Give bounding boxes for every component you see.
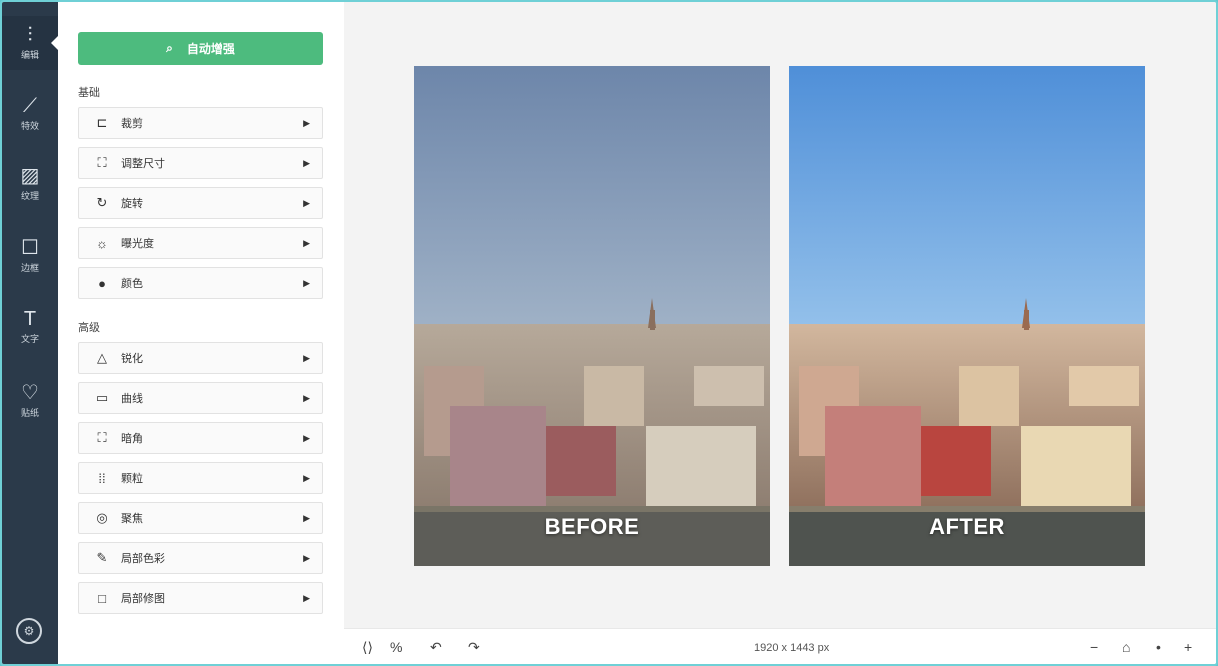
chevron-right-icon: ▶: [303, 277, 310, 288]
rail-item-label: 贴纸: [20, 408, 39, 418]
chevron-right-icon: ▶: [303, 592, 310, 603]
chevron-right-icon: ▶: [303, 392, 310, 403]
auto-enhance-label: 自动增强: [186, 42, 235, 56]
tool-grain[interactable]: ⁞⁞ 颗粒 ▶: [78, 462, 323, 494]
magnifier-icon: ⌕: [166, 41, 173, 55]
crop-icon: ⊏: [96, 115, 108, 130]
rail-item-label: 特效: [20, 121, 39, 131]
zoom-out-icon[interactable]: −: [1090, 639, 1098, 655]
tool-panel: ⌕ 自动增强 基础 ⊏ 裁剪 ▶ ⛶ 调整尺寸 ▶ ↻ 旋转 ▶ ☼ 曝光度 ▶…: [58, 2, 344, 664]
selective-color-icon: ✎: [96, 550, 108, 565]
percent-icon[interactable]: %: [390, 639, 402, 655]
grain-icon: ⁞⁞: [98, 470, 106, 486]
tool-label: 曲线: [121, 393, 143, 405]
tool-clone[interactable]: □ 局部修图 ▶: [78, 582, 323, 614]
after-label: AFTER: [929, 514, 1005, 539]
tool-label: 旋转: [121, 198, 143, 210]
left-rail: ⫶ 编辑 ⟋ 特效 ▨ 纹理 ☐ 边框 T 文字 ♡ 贴纸 ⚙: [2, 2, 58, 664]
sharpen-icon: △: [97, 350, 107, 365]
tool-rotate[interactable]: ↻ 旋转 ▶: [78, 187, 323, 219]
sliders-icon: ⫶: [27, 24, 33, 46]
chevron-right-icon: ▶: [303, 197, 310, 208]
color-icon: ●: [98, 275, 106, 291]
texture-icon: ▨: [20, 165, 40, 187]
tool-focus[interactable]: ◎ 聚焦 ▶: [78, 502, 323, 534]
exposure-icon: ☼: [96, 235, 108, 251]
settings-icon[interactable]: ⚙: [16, 618, 42, 644]
rail-item-effects[interactable]: ⟋ 特效: [2, 87, 58, 141]
image-canvas: BEFORE AFTER: [344, 2, 1216, 628]
section-title-basic: 基础: [78, 87, 100, 99]
tool-resize[interactable]: ⛶ 调整尺寸 ▶: [78, 147, 323, 179]
tool-label: 暗角: [121, 433, 143, 445]
curves-icon: ▭: [95, 390, 109, 405]
rail-item-edit[interactable]: ⫶ 编辑: [2, 16, 58, 70]
tool-label: 局部色彩: [121, 553, 165, 565]
tool-vignette[interactable]: ⛶ 暗角 ▶: [78, 422, 323, 454]
tool-label: 局部修图: [121, 593, 165, 605]
rail-item-text[interactable]: T 文字: [2, 300, 58, 354]
before-photo: BEFORE: [414, 66, 770, 566]
after-photo: AFTER: [789, 66, 1145, 566]
zoom-menu-icon[interactable]: •: [1156, 639, 1161, 655]
tool-sharpen[interactable]: △ 锐化 ▶: [78, 342, 323, 374]
rail-item-label: 文字: [20, 334, 39, 344]
bottom-toolbar: ⟨⟩ % ↶ ↷ 1920 x 1443 px − ⌂ • +: [344, 628, 1216, 664]
tool-label: 曝光度: [121, 238, 154, 250]
tool-curves[interactable]: ▭ 曲线 ▶: [78, 382, 323, 414]
image-size-readout: 1920 x 1443 px: [754, 642, 830, 654]
redo-icon[interactable]: ↷: [468, 639, 480, 656]
tool-label: 调整尺寸: [121, 158, 165, 170]
chevron-right-icon: ▶: [303, 117, 310, 128]
auto-enhance-button[interactable]: ⌕ 自动增强: [78, 32, 323, 65]
chevron-right-icon: ▶: [303, 352, 310, 363]
undo-icon[interactable]: ↶: [430, 639, 442, 656]
focus-icon: ◎: [96, 510, 108, 525]
text-icon: T: [23, 308, 37, 330]
tool-exposure[interactable]: ☼ 曝光度 ▶: [78, 227, 323, 259]
after-image: [789, 66, 1145, 566]
rail-item-label: 纹理: [20, 191, 39, 201]
resize-icon: ⛶: [97, 155, 107, 170]
rail-item-label: 边框: [20, 263, 39, 273]
tool-label: 锐化: [121, 353, 143, 365]
app-window: ⫶ 编辑 ⟋ 特效 ▨ 纹理 ☐ 边框 T 文字 ♡ 贴纸 ⚙ ⌕ 自动增强 基…: [0, 0, 1218, 666]
before-image: [414, 66, 770, 566]
tool-label: 裁剪: [121, 118, 143, 130]
chevron-right-icon: ▶: [303, 432, 310, 443]
chevron-right-icon: ▶: [303, 157, 310, 168]
fit-screen-icon[interactable]: ⌂: [1122, 639, 1130, 655]
tool-crop[interactable]: ⊏ 裁剪 ▶: [78, 107, 323, 139]
rail-item-stickers[interactable]: ♡ 贴纸: [2, 374, 58, 428]
rail-item-label: 编辑: [20, 50, 39, 60]
rail-item-frame[interactable]: ☐ 边框: [2, 229, 58, 283]
section-title-advanced: 高级: [78, 322, 100, 334]
tool-selective-color[interactable]: ✎ 局部色彩 ▶: [78, 542, 323, 574]
chevron-right-icon: ▶: [303, 552, 310, 563]
tool-label: 聚焦: [121, 513, 143, 525]
rail-item-texture[interactable]: ▨ 纹理: [2, 157, 58, 211]
chevron-right-icon: ▶: [303, 512, 310, 523]
chevron-right-icon: ▶: [303, 472, 310, 483]
clone-icon: □: [98, 590, 106, 606]
rotate-icon: ↻: [96, 195, 108, 210]
vignette-icon: ⛶: [97, 430, 107, 445]
tool-color[interactable]: ● 颜色 ▶: [78, 267, 323, 299]
magic-wand-icon: ⟋: [23, 95, 37, 117]
tool-label: 颗粒: [121, 473, 143, 485]
before-label: BEFORE: [544, 514, 640, 539]
frame-icon: ☐: [21, 237, 39, 259]
zoom-in-icon[interactable]: +: [1184, 639, 1192, 655]
chevron-right-icon: ▶: [303, 237, 310, 248]
tool-label: 颜色: [121, 278, 143, 290]
heart-icon: ♡: [21, 382, 39, 404]
compare-icon[interactable]: ⟨⟩: [362, 639, 373, 656]
